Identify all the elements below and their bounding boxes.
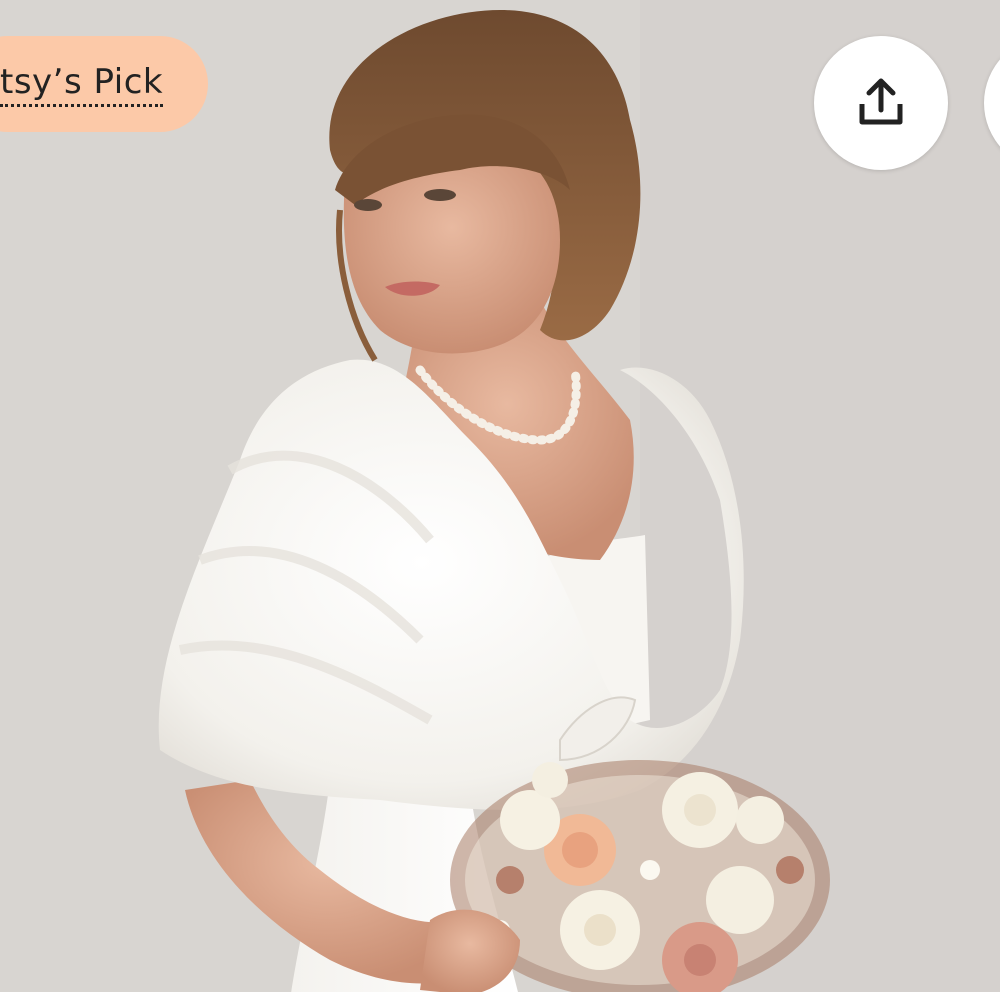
image-bottom-edge [0, 992, 1000, 1000]
share-button[interactable] [814, 36, 948, 170]
listing-image-viewer: tsy’s Pick [0, 0, 1000, 1000]
share-upload-icon [859, 78, 903, 125]
etsys-pick-badge[interactable]: tsy’s Pick [0, 36, 208, 132]
badge-label: tsy’s Pick [0, 62, 164, 107]
